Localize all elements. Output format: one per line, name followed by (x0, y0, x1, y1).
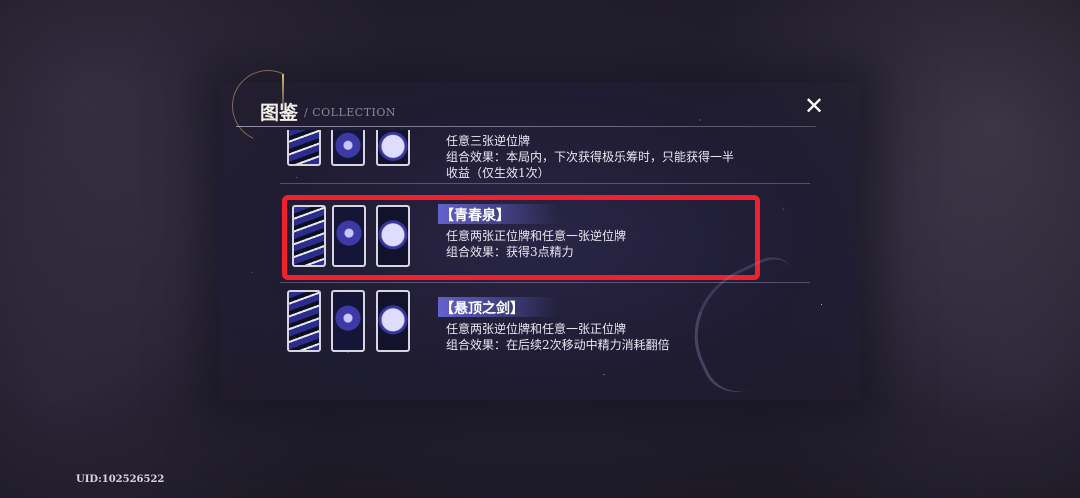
combo-effect: 组合效果：本局内，下次获得极乐筹时，只能获得一半 (446, 150, 735, 164)
highlight-annotation-box (282, 195, 760, 280)
tarot-card (331, 130, 365, 166)
panel-subtitle: / COLLECTION (304, 106, 397, 119)
combo-name: 【悬顶之剑】 (440, 301, 524, 317)
close-button[interactable]: ✕ (802, 94, 826, 118)
tarot-card (287, 290, 321, 352)
tarot-card (331, 290, 365, 352)
tarot-card (376, 290, 410, 352)
user-id: UID:102526522 (76, 474, 165, 485)
combo-condition: 任意两张逆位牌和任意一张正位牌 (446, 322, 627, 336)
tarot-card (287, 130, 321, 166)
combo-effect-continued: 收益（仅生效1次） (446, 166, 550, 180)
combo-effect: 组合效果：在后续2次移动中精力消耗翻倍 (446, 338, 670, 352)
tarot-card (376, 130, 410, 166)
panel-title: 图鉴 (260, 102, 299, 124)
combo-condition: 任意三张逆位牌 (446, 134, 531, 148)
header-divider (236, 126, 816, 127)
row-divider (280, 183, 810, 184)
